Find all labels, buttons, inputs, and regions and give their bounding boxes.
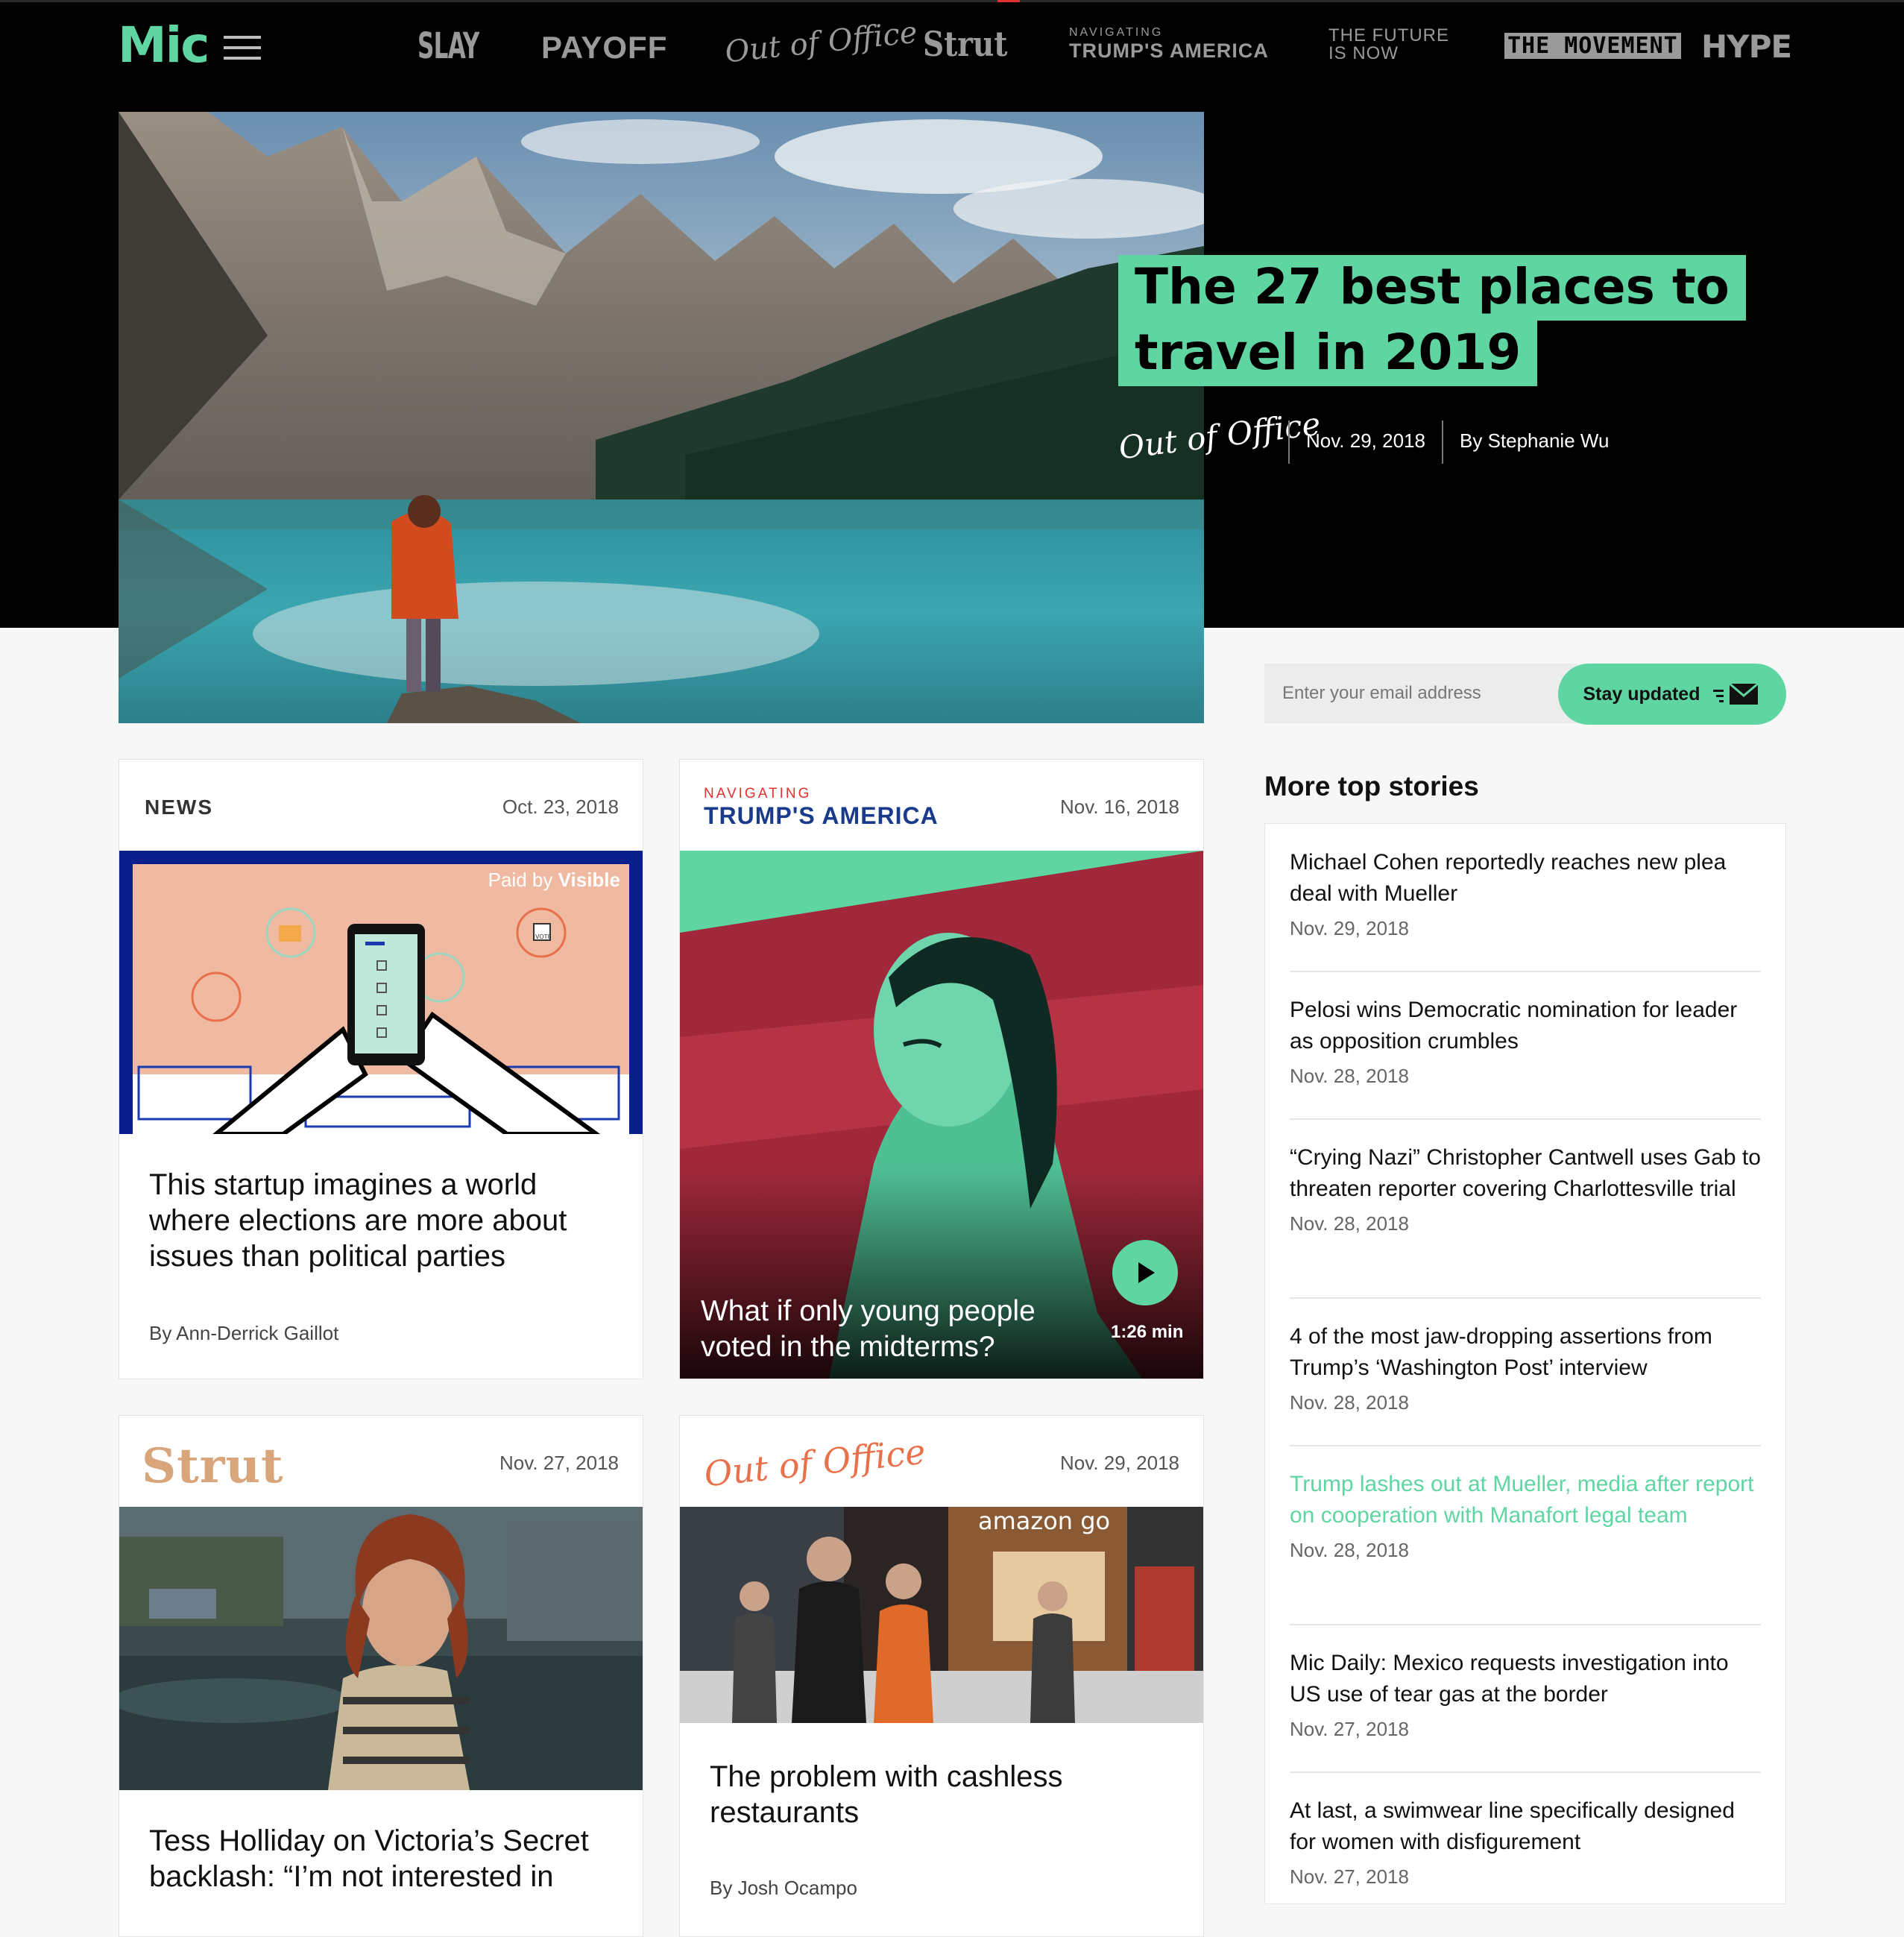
article-card-news[interactable]: NEWS Oct. 23, 2018 VOTE Paid by Visible … xyxy=(119,759,643,1379)
top-story-item[interactable]: “Crying Nazi” Christopher Cantwell uses … xyxy=(1290,1142,1761,1299)
sponsor-label: Paid by Visible xyxy=(488,869,620,892)
story-divider xyxy=(1290,1297,1761,1299)
card-brand-out-of-office[interactable]: Out of Office xyxy=(702,1432,927,1495)
story-date: Nov. 27, 2018 xyxy=(1290,1865,1409,1888)
card-date: Nov. 27, 2018 xyxy=(499,1452,619,1474)
card-title[interactable]: Tess Holliday on Victoria’s Secret backl… xyxy=(149,1823,619,1895)
top-story-item[interactable]: Mic Daily: Mexico requests investigation… xyxy=(1290,1648,1761,1773)
nav-brand-the-future-is-now[interactable]: THE FUTURE IS NOW xyxy=(1328,27,1449,63)
top-story-item[interactable]: Pelosi wins Democratic nomination for le… xyxy=(1290,995,1761,1120)
story-date: Nov. 28, 2018 xyxy=(1290,1391,1409,1414)
ballot-box-label: VOTE xyxy=(535,933,552,940)
nav-brand-slay[interactable]: SLAY xyxy=(417,25,479,67)
sponsor-prefix: Paid by xyxy=(488,869,553,891)
story-title: At last, a swimwear line specifically de… xyxy=(1290,1798,1735,1854)
nav-brand-the-movement[interactable]: THE MOVEMENT xyxy=(1504,33,1681,59)
nav-future-line2: IS NOW xyxy=(1328,43,1399,63)
story-title: Pelosi wins Democratic nomination for le… xyxy=(1290,998,1738,1053)
top-story-item[interactable]: At last, a swimwear line specifically de… xyxy=(1290,1795,1761,1889)
nav-brand-strut[interactable]: Strut xyxy=(923,24,1007,64)
story-divider xyxy=(1290,1445,1761,1446)
stay-updated-button[interactable]: Stay updated xyxy=(1558,664,1786,725)
story-title: Trump lashes out at Mueller, media after… xyxy=(1290,1472,1754,1528)
card-title[interactable]: This startup imagines a world where elec… xyxy=(149,1167,611,1274)
card-date: Nov. 16, 2018 xyxy=(1060,796,1179,818)
hero-title-line2: travel in 2019 xyxy=(1118,321,1538,386)
stay-updated-label: Stay updated xyxy=(1583,683,1700,705)
card-byline[interactable]: By Josh Ocampo xyxy=(710,1877,857,1900)
nav-trump-big: TRUMP'S AMERICA xyxy=(1069,40,1269,62)
card-header: NAVIGATING TRUMP'S AMERICA Nov. 16, 2018 xyxy=(680,760,1203,851)
video-title[interactable]: What if only young people voted in the m… xyxy=(701,1294,1088,1365)
story-date: Nov. 28, 2018 xyxy=(1290,1065,1409,1087)
card-header: Out of Office Nov. 29, 2018 xyxy=(680,1416,1203,1507)
nav-trump-small: NAVIGATING xyxy=(1069,26,1164,39)
card-byline[interactable]: By Ann-Derrick Gaillot xyxy=(149,1322,338,1345)
nav-brand-hype[interactable]: HYPE xyxy=(1701,28,1792,65)
hero-title-line1: The 27 best places to xyxy=(1118,255,1746,321)
story-divider xyxy=(1290,1771,1761,1773)
story-title: 4 of the most jaw-dropping assertions fr… xyxy=(1290,1324,1712,1380)
sponsor-name: Visible xyxy=(558,869,620,891)
video-thumbnail[interactable]: What if only young people voted in the m… xyxy=(680,851,1203,1379)
card-brand-strut[interactable]: Strut xyxy=(142,1438,284,1494)
story-divider xyxy=(1290,1624,1761,1625)
top-story-item[interactable]: Michael Cohen reportedly reaches new ple… xyxy=(1290,847,1761,972)
story-title: Michael Cohen reportedly reaches new ple… xyxy=(1290,850,1727,906)
story-title: “Crying Nazi” Christopher Cantwell uses … xyxy=(1290,1145,1761,1201)
envelope-icon xyxy=(1713,682,1759,705)
email-field-wrapper xyxy=(1264,664,1577,723)
brand-big: TRUMP'S AMERICA xyxy=(704,802,939,829)
video-card-trumps-america[interactable]: NAVIGATING TRUMP'S AMERICA Nov. 16, 2018… xyxy=(679,759,1204,1379)
top-progress-line xyxy=(0,0,1904,2)
card-photo[interactable]: amazon go xyxy=(680,1507,1203,1723)
story-divider xyxy=(1290,971,1761,972)
hero-byline[interactable]: By Stephanie Wu xyxy=(1460,429,1609,453)
top-story-item[interactable]: 4 of the most jaw-dropping assertions fr… xyxy=(1290,1321,1761,1446)
story-date: Nov. 28, 2018 xyxy=(1290,1539,1409,1561)
hero-divider xyxy=(1288,421,1290,464)
card-illustration[interactable]: VOTE Paid by Visible xyxy=(119,851,643,1134)
play-button[interactable] xyxy=(1112,1240,1178,1305)
card-date: Nov. 29, 2018 xyxy=(1060,1452,1179,1474)
article-card-out-of-office[interactable]: Out of Office Nov. 29, 2018 amazon go Th… xyxy=(679,1415,1204,1937)
email-field[interactable] xyxy=(1264,664,1577,723)
mic-logo[interactable]: Mic xyxy=(118,16,209,74)
play-icon xyxy=(1138,1262,1155,1283)
story-date: Nov. 29, 2018 xyxy=(1290,917,1409,939)
menu-icon[interactable] xyxy=(224,36,261,61)
nav-future-line1: THE FUTURE xyxy=(1328,25,1449,45)
nav-brand-payoff[interactable]: PAYOFF xyxy=(541,30,667,66)
card-title[interactable]: The problem with cashless restaurants xyxy=(710,1759,1172,1830)
card-photo[interactable] xyxy=(119,1507,643,1790)
story-date: Nov. 27, 2018 xyxy=(1290,1718,1409,1740)
card-section-label[interactable]: NEWS xyxy=(145,796,213,819)
amazon-go-sign: amazon go xyxy=(978,1507,1110,1535)
card-date: Oct. 23, 2018 xyxy=(502,796,619,818)
card-brand-trumps-america[interactable]: NAVIGATING TRUMP'S AMERICA xyxy=(704,787,939,828)
hero-title[interactable]: The 27 best places to travel in 2019 xyxy=(1118,255,1746,386)
top-story-item-highlighted[interactable]: Trump lashes out at Mueller, media after… xyxy=(1290,1469,1761,1625)
story-divider xyxy=(1290,1118,1761,1120)
card-header: NEWS Oct. 23, 2018 xyxy=(119,760,643,851)
card-header: Strut Nov. 27, 2018 xyxy=(119,1416,643,1507)
hero-image[interactable] xyxy=(119,112,1204,723)
brand-small: NAVIGATING xyxy=(704,786,812,801)
video-duration: 1:26 min xyxy=(1111,1322,1184,1342)
article-card-strut[interactable]: Strut Nov. 27, 2018 Tess Holliday on Vic… xyxy=(119,1415,643,1937)
story-title: Mic Daily: Mexico requests investigation… xyxy=(1290,1651,1729,1707)
more-top-stories-heading: More top stories xyxy=(1264,771,1479,801)
hero-divider xyxy=(1442,421,1443,464)
hero-date: Nov. 29, 2018 xyxy=(1306,429,1425,452)
nav-brand-trumps-america[interactable]: NAVIGATING TRUMP'S AMERICA xyxy=(1069,27,1269,61)
story-date: Nov. 28, 2018 xyxy=(1290,1212,1409,1235)
